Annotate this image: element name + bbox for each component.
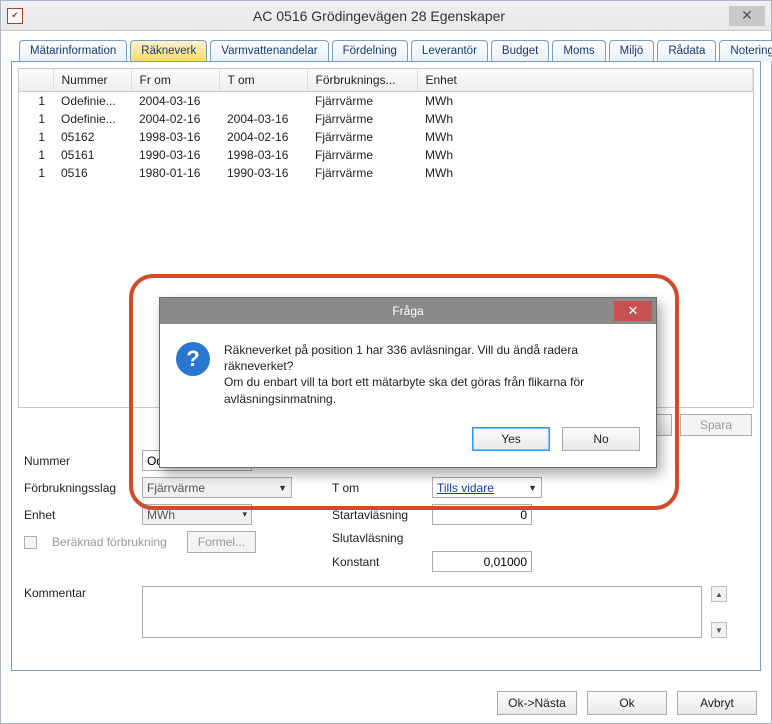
formel-button: Formel...	[187, 531, 256, 553]
no-button[interactable]: No	[562, 427, 640, 451]
table-cell: 0516	[53, 164, 131, 182]
tab-leverantor[interactable]: Leverantör	[411, 40, 488, 61]
table-cell: 2004-02-16	[131, 110, 219, 128]
table-cell: Fjärrvärme	[307, 128, 417, 146]
table-cell: Fjärrvärme	[307, 146, 417, 164]
beraknad-label: Beräknad förbrukning	[52, 535, 167, 549]
table-cell: 1	[19, 164, 53, 182]
main-window: ✔ AC 0516 Grödingevägen 28 Egenskaper ✕ …	[0, 0, 772, 724]
dialog-line1: Räkneverket på position 1 har 336 avläsn…	[224, 342, 638, 374]
table-row[interactable]: 105161980-01-161990-03-16FjärrvärmeMWh	[19, 164, 753, 182]
tab-budget[interactable]: Budget	[491, 40, 549, 61]
dialog-titlebar: Fråga ✕	[160, 298, 656, 324]
enhet-value: MWh	[147, 508, 175, 522]
enhet-combo[interactable]: MWh ▾	[142, 504, 252, 525]
dialog-close-button[interactable]: ✕	[614, 301, 652, 321]
tab-radata[interactable]: Rådata	[657, 40, 716, 61]
konst-input[interactable]	[432, 551, 532, 572]
table-cell: MWh	[417, 164, 753, 182]
tom-value: Tills vidare	[437, 481, 494, 495]
col-from[interactable]: Fr om	[131, 69, 219, 92]
table-cell: 1990-03-16	[131, 146, 219, 164]
table-cell: 1	[19, 110, 53, 128]
slutav-label: Slutavläsning	[332, 531, 422, 545]
detail-form: Nummer Förbrukningsslag Fjärrvärme ▼ Enh…	[18, 446, 754, 644]
table-cell: MWh	[417, 92, 753, 111]
table-cell: Fjärrvärme	[307, 164, 417, 182]
tab-noteringar[interactable]: Noteringar	[719, 40, 772, 61]
table-cell: 1	[19, 128, 53, 146]
question-icon: ?	[176, 342, 210, 376]
table-row[interactable]: 1051611990-03-161998-03-16FjärrvärmeMWh	[19, 146, 753, 164]
table-cell: MWh	[417, 128, 753, 146]
tom-label: T om	[332, 481, 422, 495]
table-cell: 2004-03-16	[219, 110, 307, 128]
table-cell: 1998-03-16	[131, 128, 219, 146]
table-cell: 1	[19, 146, 53, 164]
table-cell: 1998-03-16	[219, 146, 307, 164]
scroll-up-icon[interactable]: ▲	[711, 586, 727, 602]
tabstrip: Mätarinformation Räkneverk Varmvattenand…	[11, 37, 761, 61]
cancel-button[interactable]: Avbryt	[677, 691, 757, 715]
col-nummer[interactable]: Nummer	[53, 69, 131, 92]
table-cell: 05162	[53, 128, 131, 146]
tab-fordelning[interactable]: Fördelning	[332, 40, 408, 61]
kommentar-input[interactable]	[142, 586, 702, 638]
table-cell: MWh	[417, 146, 753, 164]
col-tom[interactable]: T om	[219, 69, 307, 92]
ok-next-button[interactable]: Ok->Nästa	[497, 691, 577, 715]
footer-buttons: Ok->Nästa Ok Avbryt	[497, 691, 757, 715]
table-cell: Fjärrvärme	[307, 92, 417, 111]
enhet-label: Enhet	[24, 508, 132, 522]
table-row[interactable]: 1Odefinie...2004-03-16 FjärrvärmeMWh	[19, 92, 753, 111]
tab-rakneverk[interactable]: Räkneverk	[130, 40, 207, 61]
kommentar-label: Kommentar	[24, 586, 132, 600]
beraknad-checkbox[interactable]	[24, 536, 37, 549]
tom-combo[interactable]: Tills vidare ▼	[432, 477, 542, 498]
dialog-line2: Om du enbart vill ta bort ett mätarbyte …	[224, 374, 638, 406]
col-index[interactable]	[19, 69, 53, 92]
dialog-title: Fråga	[392, 304, 423, 318]
tab-varmvatten[interactable]: Varmvattenandelar	[210, 40, 328, 61]
yes-button[interactable]: Yes	[472, 427, 550, 451]
app-icon: ✔	[7, 8, 23, 24]
save-button: Spara	[680, 414, 752, 436]
table-row[interactable]: 1051621998-03-162004-02-16FjärrvärmeMWh	[19, 128, 753, 146]
table-cell: 1990-03-16	[219, 164, 307, 182]
tab-matarinfo[interactable]: Mätarinformation	[19, 40, 127, 61]
dialog-message: Räkneverket på position 1 har 336 avläsn…	[224, 342, 638, 407]
chevron-down-icon: ▾	[242, 509, 247, 520]
table-cell	[219, 92, 307, 111]
startav-label: Startavläsning	[332, 508, 422, 522]
table-cell: 1980-01-16	[131, 164, 219, 182]
forbruk-value: Fjärrvärme	[147, 481, 205, 495]
nummer-label: Nummer	[24, 454, 132, 468]
table-row[interactable]: 1Odefinie...2004-02-162004-03-16Fjärrvär…	[19, 110, 753, 128]
ok-button[interactable]: Ok	[587, 691, 667, 715]
table-cell: Odefinie...	[53, 92, 131, 111]
table-cell: Odefinie...	[53, 110, 131, 128]
konst-label: Konstant	[332, 555, 422, 569]
col-forbruk[interactable]: Förbruknings...	[307, 69, 417, 92]
table-cell: 1	[19, 92, 53, 111]
startav-input[interactable]	[432, 504, 532, 525]
forbruk-combo[interactable]: Fjärrvärme ▼	[142, 477, 292, 498]
window-close-button[interactable]: ✕	[729, 6, 765, 26]
forbruk-label: Förbrukningsslag	[24, 481, 132, 495]
confirm-dialog: Fråga ✕ ? Räkneverket på position 1 har …	[159, 297, 657, 468]
tab-miljo[interactable]: Miljö	[609, 40, 655, 61]
table-cell: 05161	[53, 146, 131, 164]
tab-moms[interactable]: Moms	[552, 40, 605, 61]
titlebar: ✔ AC 0516 Grödingevägen 28 Egenskaper ✕	[1, 1, 771, 31]
table-cell: 2004-02-16	[219, 128, 307, 146]
scroll-down-icon[interactable]: ▼	[711, 622, 727, 638]
table-cell: MWh	[417, 110, 753, 128]
window-title: AC 0516 Grödingevägen 28 Egenskaper	[29, 8, 729, 24]
chevron-down-icon: ▼	[528, 483, 537, 493]
chevron-down-icon: ▼	[278, 483, 287, 493]
table-cell: Fjärrvärme	[307, 110, 417, 128]
col-enhet[interactable]: Enhet	[417, 69, 753, 92]
table-cell: 2004-03-16	[131, 92, 219, 111]
